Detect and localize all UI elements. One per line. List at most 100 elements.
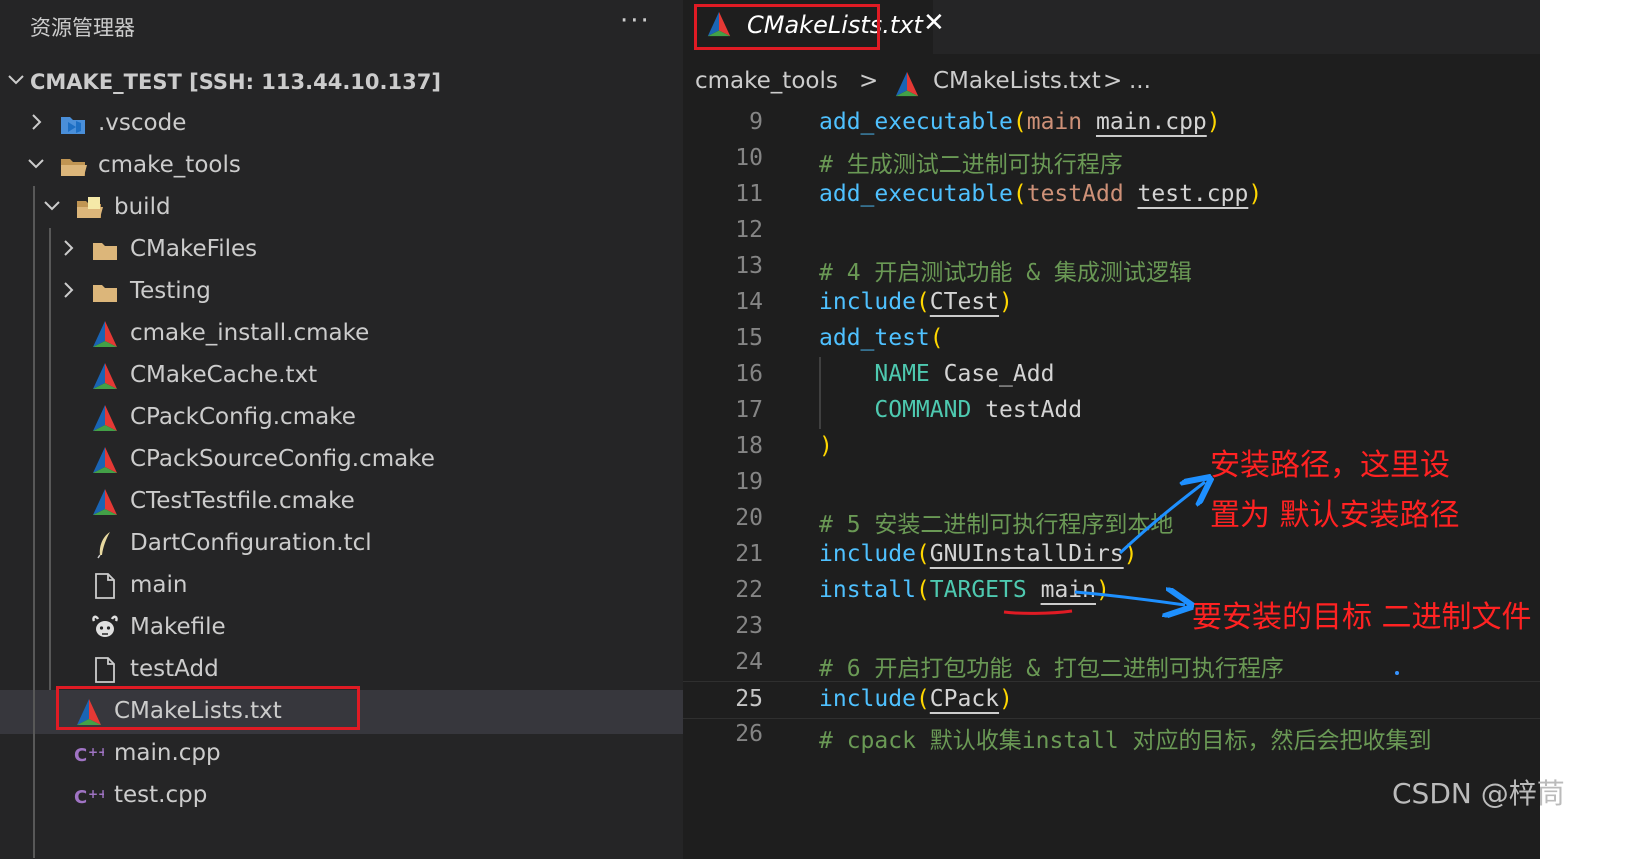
more-actions-button[interactable]: ··· [620, 6, 651, 36]
tree-item-label: test.cpp [114, 782, 208, 808]
folder-icon [90, 235, 120, 265]
code-line-current: 25 include(CPack) [683, 681, 1540, 719]
tree-item-main-cpp[interactable]: C ++ main.cpp [0, 732, 683, 776]
chevron-right-icon [58, 278, 78, 302]
tree-item-build[interactable]: build [0, 186, 683, 230]
explorer-title: 资源管理器 [30, 16, 135, 40]
tree-item-testing[interactable]: Testing [0, 270, 683, 314]
line-number: 17 [735, 397, 763, 423]
code-comment: # cpack 默认收集install 对应的目标，然后会把收集到 [819, 728, 1432, 754]
chevron-right-icon [58, 236, 78, 260]
code-text: include(CTest) [819, 289, 1013, 315]
code-text: COMMAND testAdd [874, 397, 1083, 423]
line-number: 20 [735, 505, 763, 531]
code-text: add_test( [819, 325, 944, 351]
cpp-icon: C ++ [74, 781, 108, 811]
code-line: 16 NAME Case_Add [683, 357, 1540, 395]
code-line: 12 [683, 213, 1540, 251]
folder-open-icon [58, 151, 88, 181]
tree-item-cmake-tools[interactable]: cmake_tools [0, 144, 683, 188]
tree-item-label: Testing [130, 278, 211, 304]
cursor-dot [1395, 671, 1399, 675]
code-text: add_executable(main main.cpp) [819, 109, 1221, 135]
tree-item-makefile[interactable]: Makefile [0, 606, 683, 650]
cpp-icon: C ++ [74, 739, 108, 769]
tree-item-cpackconfig[interactable]: CPackConfig.cmake [0, 396, 683, 440]
code-comment: # 4 开启测试功能 & 集成测试逻辑 [819, 260, 1192, 286]
code-text: include(CPack) [819, 686, 1013, 712]
cmake-icon [90, 487, 120, 517]
tree-item-label: CMakeCache.txt [130, 362, 318, 388]
line-number: 12 [735, 217, 763, 243]
tree-item-label: testAdd [130, 656, 219, 682]
annotation-install-path-2: 置为 默认安装路径 [1210, 498, 1460, 533]
code-text: add_executable(testAdd test.cpp) [819, 181, 1263, 207]
breadcrumb: cmake_tools > CMakeLists.txt > ... [683, 62, 1540, 102]
svg-text:C: C [74, 745, 87, 766]
tree-item-label: build [114, 194, 171, 220]
breadcrumb-folder[interactable]: cmake_tools [695, 68, 838, 94]
tree-item-dartconfiguration[interactable]: DartConfiguration.tcl [0, 522, 683, 566]
tab-highlight-box [694, 4, 880, 50]
line-number: 16 [735, 361, 763, 387]
cmake-icon [90, 319, 120, 349]
tree-item-label: CMakeFiles [130, 236, 258, 262]
breadcrumb-separator: > [859, 68, 879, 94]
code-comment: # 6 开启打包功能 & 打包二进制可执行程序 [819, 656, 1284, 682]
code-line: 26 # cpack 默认收集install 对应的目标，然后会把收集到 [683, 717, 1540, 755]
tree-item-cmakefiles[interactable]: CMakeFiles [0, 228, 683, 272]
code-comment: # 5 安装二进制可执行程序到本地 [819, 512, 1174, 538]
tree-item-main[interactable]: main [0, 564, 683, 608]
build-folder-icon [74, 193, 104, 223]
code-line: 11 add_executable(testAdd test.cpp) [683, 177, 1540, 215]
code-line: 14 include(CTest) [683, 285, 1540, 323]
line-number: 22 [735, 577, 763, 603]
tree-item-cpacksourceconfig[interactable]: CPackSourceConfig.cmake [0, 438, 683, 482]
file-highlight-box [56, 686, 360, 730]
annotation-install-path-1: 安装路径，这里设 [1210, 448, 1450, 483]
chevron-down-icon [6, 68, 26, 92]
tree-item-label: DartConfiguration.tcl [130, 530, 372, 556]
svg-text:++: ++ [88, 745, 104, 759]
chevron-right-icon [26, 110, 46, 134]
tree-item-label: cmake_tools [98, 152, 241, 178]
workspace-root[interactable]: CMAKE_TEST [SSH: 113.44.10.137] [0, 60, 683, 104]
line-number: 10 [735, 145, 763, 171]
tree-item-cmakecache[interactable]: CMakeCache.txt [0, 354, 683, 398]
tree-item-cmake-install[interactable]: cmake_install.cmake [0, 312, 683, 356]
line-number: 14 [735, 289, 763, 315]
tree-item-label: CPackSourceConfig.cmake [130, 446, 435, 472]
tree-item-label: main.cpp [114, 740, 221, 766]
tree-item-label: Makefile [130, 614, 226, 640]
tree-item-vscode[interactable]: .vscode [0, 102, 683, 146]
code-comment: # 生成测试二进制可执行程序 [819, 152, 1123, 178]
feather-icon [90, 529, 120, 559]
svg-text:C: C [74, 787, 87, 808]
cmake-icon [893, 70, 921, 98]
line-number: 25 [735, 686, 763, 712]
line-number: 26 [735, 721, 763, 747]
indent-guide [33, 186, 35, 858]
breadcrumb-more[interactable]: ... [1129, 68, 1151, 94]
cmake-icon [90, 445, 120, 475]
gnu-icon [90, 613, 120, 643]
code-line: 24 # 6 开启打包功能 & 打包二进制可执行程序 [683, 645, 1540, 683]
tree-item-label: main [130, 572, 188, 598]
tree-item-label: cmake_install.cmake [130, 320, 370, 346]
line-number: 21 [735, 541, 763, 567]
workspace-root-label: CMAKE_TEST [SSH: 113.44.10.137] [30, 70, 441, 94]
line-number: 15 [735, 325, 763, 351]
breadcrumb-file[interactable]: CMakeLists.txt [933, 68, 1101, 94]
code-text: NAME Case_Add [874, 361, 1055, 387]
file-icon [90, 571, 120, 601]
cmake-icon [90, 361, 120, 391]
tree-item-test-cpp[interactable]: C ++ test.cpp [0, 774, 683, 818]
tree-item-label: CTestTestfile.cmake [130, 488, 355, 514]
line-number: 19 [735, 469, 763, 495]
close-icon[interactable]: ✕ [923, 8, 945, 38]
chevron-down-icon [42, 194, 62, 218]
code-text: ) [819, 433, 833, 459]
line-number: 18 [735, 433, 763, 459]
watermark: CSDN @梓茼 [1392, 777, 1565, 810]
tree-item-ctesttestfile[interactable]: CTestTestfile.cmake [0, 480, 683, 524]
